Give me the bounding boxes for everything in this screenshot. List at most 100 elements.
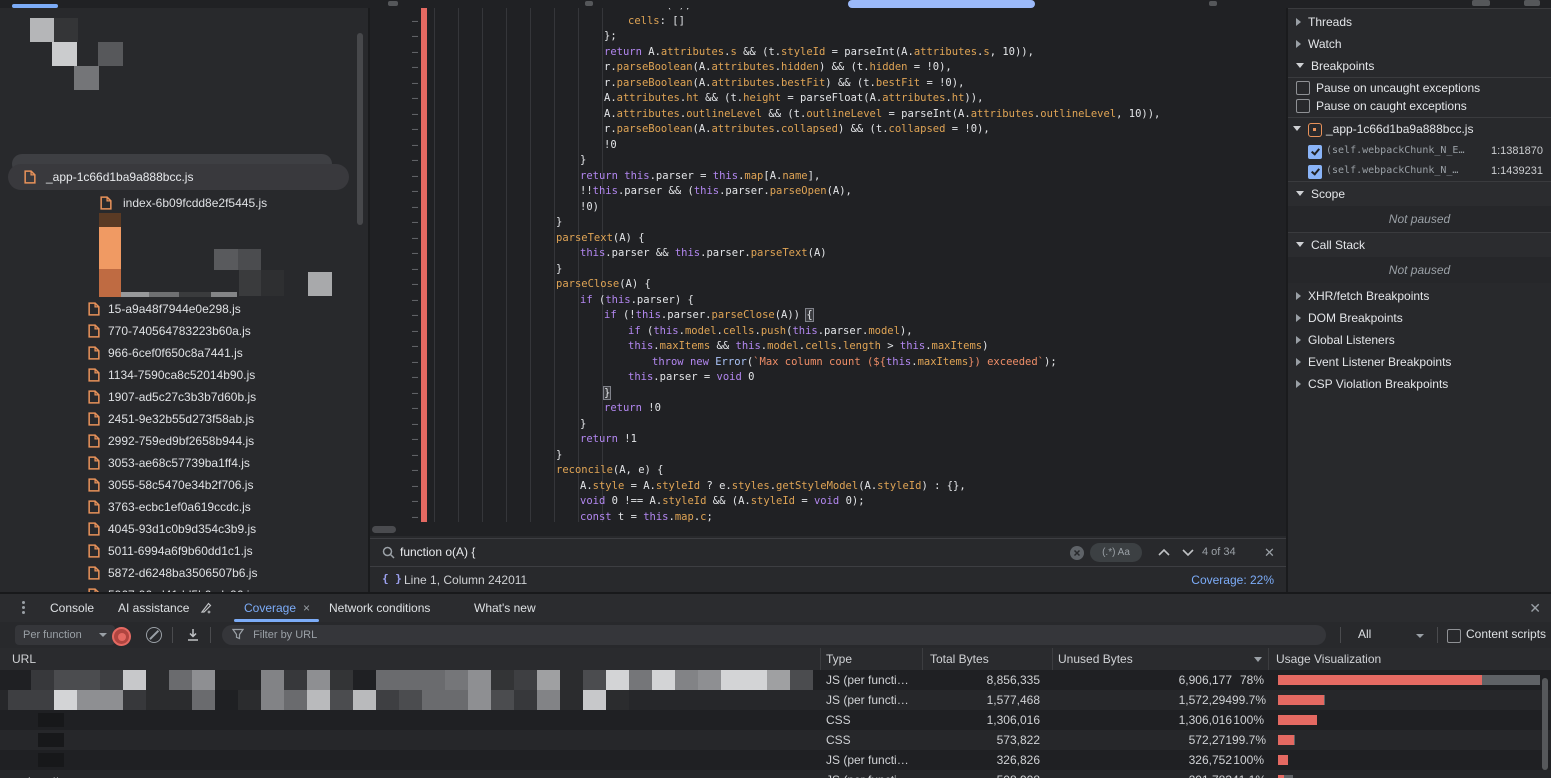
code-line[interactable]: if (this.model.cells.push(this.parser.mo…	[436, 324, 913, 340]
code-line[interactable]: r.parseBoolean(A.attributes.hidden) && (…	[436, 60, 952, 76]
line-number-dash[interactable]: –	[404, 231, 418, 247]
table-scrollbar[interactable]	[1542, 678, 1548, 770]
line-number-dash[interactable]: –	[404, 107, 418, 123]
section-threads[interactable]: Threads	[1288, 11, 1551, 33]
tab-ai-assistance[interactable]: AI assistance	[118, 594, 189, 622]
line-number-dash[interactable]: –	[404, 277, 418, 293]
close-find-icon[interactable]: ✕	[1264, 545, 1275, 561]
line-number-dash[interactable]: –	[404, 324, 418, 340]
file-row[interactable]: 5872-d6248ba3506507b6.js	[0, 562, 368, 584]
close-drawer-icon[interactable]: ✕	[1529, 594, 1541, 622]
line-number-dash[interactable]: –	[404, 386, 418, 402]
editor-hscrollbar[interactable]	[372, 526, 396, 533]
section-csp-breakpoints[interactable]: CSP Violation Breakpoints	[1288, 373, 1551, 395]
code-line[interactable]: parseText(A) {	[436, 231, 645, 247]
file-row[interactable]: 770-740564783223b60a.js	[0, 320, 368, 342]
find-next-icon[interactable]	[1182, 549, 1194, 557]
file-row[interactable]: 3763-ecbc1ef0a619ccdc.js	[0, 496, 368, 518]
code-line[interactable]: this.maxItems && this.model.cells.length…	[436, 339, 988, 355]
line-number-dash[interactable]: –	[404, 45, 418, 61]
file-row[interactable]: 2451-9e32b55d273f58ab.js	[0, 408, 368, 430]
file-row[interactable]: 1907-ad5c27c3b3b7d60b.js	[0, 386, 368, 408]
source-editor[interactable]: –––––––––––––––––––––––––––––––––– max: …	[370, 8, 1286, 536]
code-line[interactable]: }	[436, 448, 562, 464]
tab-console[interactable]: Console	[50, 594, 94, 622]
breakpoint-checkbox[interactable]	[1308, 165, 1322, 179]
line-number-dash[interactable]: –	[404, 138, 418, 154]
coverage-table-row[interactable]: CSS1,306,0161,306,016100%	[0, 710, 1551, 730]
code-line[interactable]: this.parser = void 0	[436, 370, 754, 386]
tab-whats-new[interactable]: What's new	[474, 594, 536, 622]
code-line[interactable]: A.style = A.styleId ? e.styles.getStyleM…	[436, 479, 966, 495]
section-scope[interactable]: Scope	[1288, 181, 1551, 207]
line-number-dash[interactable]: –	[404, 479, 418, 495]
coverage-percent-link[interactable]: Coverage: 22%	[1191, 573, 1274, 587]
code-line[interactable]: }	[436, 153, 586, 169]
coverage-table-row[interactable]: http://…JS (per functi…508,908201,78341.…	[0, 770, 1551, 778]
file-row[interactable]: 3055-58c5470e34b2f706.js	[0, 474, 368, 496]
find-input[interactable]: function o(A) {	[400, 545, 475, 559]
line-number-dash[interactable]: –	[404, 169, 418, 185]
code-line[interactable]: }	[436, 417, 586, 433]
file-row[interactable]: 5011-6994a6f9b60dd1c1.js	[0, 540, 368, 562]
tab-network-conditions[interactable]: Network conditions	[329, 594, 430, 622]
code-line[interactable]: if (this.parser) {	[436, 293, 694, 309]
line-number-dash[interactable]: –	[404, 370, 418, 386]
file-row[interactable]: 4045-93d1c0b9d354c3b9.js	[0, 518, 368, 540]
export-download-icon[interactable]	[186, 628, 200, 642]
code-line[interactable]: return A.attributes.s && (t.styleId = pa…	[436, 45, 1034, 61]
section-call-stack[interactable]: Call Stack	[1288, 232, 1551, 258]
code-line[interactable]: }	[436, 262, 562, 278]
code-line[interactable]: throw new Error(`Max column count (${thi…	[436, 355, 1057, 371]
code-line[interactable]: return !0	[436, 401, 661, 417]
code-line[interactable]: cells: []	[436, 14, 685, 30]
navigator-scrollbar[interactable]	[357, 33, 363, 225]
col-url[interactable]: URL	[12, 648, 36, 670]
editor-active-file-tab[interactable]	[848, 0, 1035, 8]
line-number-dash[interactable]: –	[404, 29, 418, 45]
code-line[interactable]: if (!this.parser.parseClose(A)) {	[436, 308, 813, 324]
coverage-table-row[interactable]: JS (per functi…8,856,3356,906,17778%	[0, 670, 1551, 690]
line-number-dash[interactable]: –	[404, 76, 418, 92]
col-unused-bytes[interactable]: Unused Bytes	[1058, 648, 1133, 670]
file-row[interactable]: 2992-759ed9bf2658b944.js	[0, 430, 368, 452]
coverage-scope-select[interactable]: All	[1358, 627, 1371, 641]
url-filter-input[interactable]: Filter by URL	[222, 625, 1326, 645]
line-number-dash[interactable]: –	[404, 401, 418, 417]
breakpoint-checkbox[interactable]	[1308, 145, 1322, 159]
tab-coverage[interactable]: Coverage	[244, 594, 296, 622]
coverage-type-select[interactable]: Per function	[15, 625, 115, 645]
code-line[interactable]: }	[436, 215, 562, 231]
code-line[interactable]: !0	[436, 138, 617, 154]
code-line[interactable]: reconcile(A, e) {	[436, 463, 663, 479]
close-coverage-tab-icon[interactable]: ×	[303, 594, 310, 622]
breakpoint-entry[interactable]: (self.webpackChunk_N_E… 1:1381870	[1288, 141, 1551, 161]
code-line[interactable]: A.attributes.outlineLevel && (t.outlineL…	[436, 107, 1160, 123]
line-number-dash[interactable]: –	[404, 215, 418, 231]
section-event-listener-breakpoints[interactable]: Event Listener Breakpoints	[1288, 351, 1551, 373]
file-row[interactable]: 5967-96cd41dd5b0cdc96.js	[0, 584, 368, 592]
file-row[interactable]: index-6b09fcdd8e2f5445.js	[0, 192, 368, 214]
file-row[interactable]: 966-6cef0f650c8a7441.js	[0, 342, 368, 364]
clear-coverage-icon[interactable]	[146, 627, 162, 643]
line-number-dash[interactable]: –	[404, 184, 418, 200]
code-line[interactable]: void 0 !== A.styleId && (A.styleId = voi…	[436, 494, 865, 510]
file-row[interactable]: 3053-ae68c57739ba1ff4.js	[0, 452, 368, 474]
code-line[interactable]: return this.parser = this.map[A.name],	[436, 169, 820, 185]
record-coverage-button[interactable]	[112, 627, 131, 646]
code-line[interactable]: !!this.parser && (this.parser.parseOpen(…	[436, 184, 852, 200]
line-number-dash[interactable]: –	[404, 200, 418, 216]
line-number-dash[interactable]: –	[404, 417, 418, 433]
section-dom-breakpoints[interactable]: DOM Breakpoints	[1288, 307, 1551, 329]
code-line[interactable]: }	[436, 386, 610, 402]
file-row[interactable]: 15-a9a48f7944e0e298.js	[0, 298, 368, 320]
section-breakpoints[interactable]: Breakpoints	[1288, 55, 1551, 77]
clear-search-icon[interactable]	[1070, 546, 1084, 560]
line-number-dash[interactable]: –	[404, 60, 418, 76]
pretty-print-icon[interactable]: { }	[382, 572, 402, 585]
pause-uncaught-checkbox[interactable]	[1296, 81, 1310, 95]
col-type[interactable]: Type	[826, 648, 852, 670]
code-line[interactable]: this.parser && this.parser.parseText(A)	[436, 246, 827, 262]
pause-caught-checkbox[interactable]	[1296, 99, 1310, 113]
line-number-dash[interactable]: –	[404, 463, 418, 479]
